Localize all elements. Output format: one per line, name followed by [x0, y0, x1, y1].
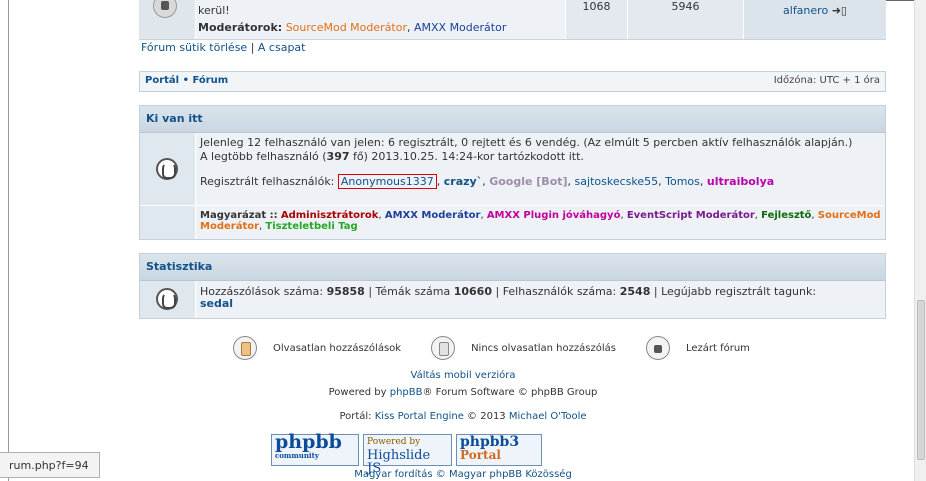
user-link-tomos[interactable]: Tomos [665, 175, 700, 188]
forum-row: kerül! Moderátorok: SourceMod Moderátor,… [139, 0, 886, 40]
registered-label: Regisztrált felhasználók: [200, 175, 335, 188]
browser-status-bar: rum.php?f=94 [0, 452, 100, 478]
online-record: A legtöbb felhasználó (397 fő) 2013.10.2… [200, 151, 881, 163]
statistics-title: Statisztika [140, 254, 885, 281]
topics-count: 1068 [566, 0, 628, 39]
registered-users: Regisztrált felhasználók: Anonymous1337,… [200, 174, 775, 189]
topics-label: Témák száma [375, 285, 451, 298]
record-count: 397 [326, 150, 350, 163]
stats-icon-cell [140, 281, 196, 318]
legend-amxx-moderator[interactable]: AMXX Moderátor [385, 210, 481, 221]
record-prefix: A legtöbb felhasználó ( [200, 150, 327, 163]
posts-value: 95858 [326, 285, 365, 298]
statistics-text: Hozzászólások száma: 95858 | Témák száma… [200, 285, 817, 310]
legend-honorary[interactable]: Tiszteletbeli Tag [265, 221, 357, 232]
last-post-cell: alfanero ➜▯ [744, 0, 886, 39]
author-link[interactable]: Michael O'Toole [509, 411, 587, 422]
badge1-sub: community [275, 451, 319, 460]
kiss-portal-link[interactable]: Kiss Portal Engine [375, 411, 464, 422]
highslide-badge[interactable]: Powered by Highslide JS [363, 434, 452, 475]
powered-suffix: ® Forum Software © phpBB Group [422, 387, 598, 398]
newest-user-link[interactable]: sedal [200, 297, 233, 310]
portal-prefix: Portál: [339, 411, 375, 422]
moderators-label: Moderátorok: [198, 21, 283, 34]
forum-info-cell: kerül! Moderátorok: SourceMod Moderátor,… [196, 0, 566, 39]
small-links: Fórum sütik törlése | A csapat [141, 41, 305, 54]
user-link-crazy[interactable]: crazy` [444, 175, 482, 188]
phpbb-link[interactable]: phpBB [390, 387, 423, 398]
legend-developer[interactable]: Fejlesztő [761, 210, 811, 221]
legend-amxx-plugin[interactable]: AMXX Plugin jóváhagyó [487, 210, 621, 221]
user-link-google-bot[interactable]: Google [Bot] [489, 175, 567, 188]
posts-count: 5946 [628, 0, 744, 39]
moderator-link-amxx[interactable]: AMXX Moderátor [414, 21, 506, 34]
breadcrumb-portal[interactable]: Portál [145, 75, 179, 86]
timezone-label: Időzóna: UTC + 1 óra [773, 75, 880, 86]
badge3-sub: Portal [460, 448, 501, 462]
phpbb3-portal-badge[interactable]: phpbb3 Portal [456, 434, 542, 466]
statistics-panel: Statisztika Hozzászólások száma: 95858 |… [139, 253, 886, 319]
links-separator: | [247, 41, 258, 54]
statistics-icon [156, 288, 178, 310]
breadcrumb-bar: Portál • Fórum Időzóna: UTC + 1 óra [139, 71, 886, 92]
team-link[interactable]: A csapat [258, 41, 306, 54]
legend-no-unread: Nincs olvasatlan hozzászólás [431, 336, 616, 360]
mobile-version-link[interactable]: Váltás mobil verzióra [411, 370, 516, 381]
phpbb-community-badge[interactable]: phpbb community [271, 433, 359, 466]
breadcrumb-bullet: • [179, 75, 193, 86]
whos-online-panel: Ki van itt Jelenleg 12 felhasználó van j… [139, 105, 886, 240]
footer-badges: phpbb community Powered by Highslide JS … [271, 433, 542, 475]
powered-prefix: Powered by [328, 387, 390, 398]
topics-value: 10660 [453, 285, 492, 298]
translation-credit: Magyar fordítás © Magyar phpBB Közösség [0, 469, 926, 480]
forum-icon-legend: Olvasatlan hozzászólások Nincs olvasatla… [233, 336, 780, 360]
locked-forum-icon [153, 0, 177, 18]
whos-online-link[interactable]: Ki van itt [146, 112, 203, 125]
mobile-switch: Váltás mobil verzióra [0, 370, 926, 381]
breadcrumb-forum[interactable]: Fórum [192, 75, 228, 86]
user-link-anonymous1337[interactable]: Anonymous1337 [337, 174, 437, 189]
portal-suffix: © 2013 [463, 411, 509, 422]
legend-admins[interactable]: Adminisztrátorok [281, 210, 379, 221]
online-summary: Jelenleg 12 felhasználó van jelen: 6 reg… [200, 136, 853, 149]
group-legend: Magyarázat :: Adminisztrátorok, AMXX Mod… [200, 210, 881, 232]
legend-label: Magyarázat :: [200, 210, 278, 221]
users-label: Felhasználók száma: [502, 285, 617, 298]
unread-posts-icon [233, 336, 257, 360]
newest-label: Legújabb regisztrált tagunk: [661, 285, 817, 298]
legend-unread-label: Olvasatlan hozzászólások [273, 342, 402, 354]
group-legend-row: Magyarázat :: Adminisztrátorok, AMXX Mod… [140, 205, 885, 239]
legend-no-unread-label: Nincs olvasatlan hozzászólás [471, 342, 616, 354]
view-latest-post-icon[interactable]: ➜▯ [832, 4, 847, 17]
users-online-icon [156, 158, 178, 180]
online-icon-cell [140, 133, 196, 205]
no-unread-posts-icon [431, 336, 456, 360]
online-users-row: Jelenleg 12 felhasználó van jelen: 6 reg… [140, 133, 885, 205]
forum-description: kerül! [198, 4, 230, 17]
vertical-scrollbar[interactable] [914, 0, 926, 481]
breadcrumb: Portál • Fórum [145, 75, 228, 86]
whos-online-title: Ki van itt [140, 106, 885, 133]
online-text: Jelenleg 12 felhasználó van jelen: 6 reg… [196, 133, 885, 205]
legend-locked-label: Lezárt fórum [685, 342, 750, 354]
last-poster-link[interactable]: alfanero [783, 4, 828, 17]
statistics-row: Hozzászólások száma: 95858 | Témák száma… [140, 281, 885, 318]
moderator-link-sourcemod[interactable]: SourceMod Moderátor [286, 21, 407, 34]
forum-moderators: Moderátorok: SourceMod Moderátor, AMXX M… [198, 21, 507, 34]
legend-eventscript[interactable]: EventScript Moderátor [627, 210, 755, 221]
window-left-edge [0, 0, 9, 481]
powered-by: Powered by phpBB® Forum Software © phpBB… [0, 387, 926, 398]
translation-link[interactable]: Magyar fordítás © Magyar phpBB Közösség [354, 469, 572, 480]
legend-locked: Lezárt fórum [645, 336, 750, 360]
forum-status-cell [139, 0, 196, 39]
user-link-ultraibolya[interactable]: ultraibolya [707, 175, 774, 188]
user-link-sajtoskecske55[interactable]: sajtoskecske55 [575, 175, 659, 188]
legend-unread: Olvasatlan hozzászólások [233, 336, 401, 360]
delete-cookies-link[interactable]: Fórum sütik törlése [141, 41, 247, 54]
portal-credit: Portál: Kiss Portal Engine © 2013 Michae… [0, 411, 926, 422]
legend-icon-cell [140, 206, 196, 239]
record-suffix: fő) 2013.10.25. 14:24-kor tartózkodott i… [349, 150, 584, 163]
locked-forum-legend-icon [645, 336, 670, 360]
users-value: 2548 [619, 285, 651, 298]
